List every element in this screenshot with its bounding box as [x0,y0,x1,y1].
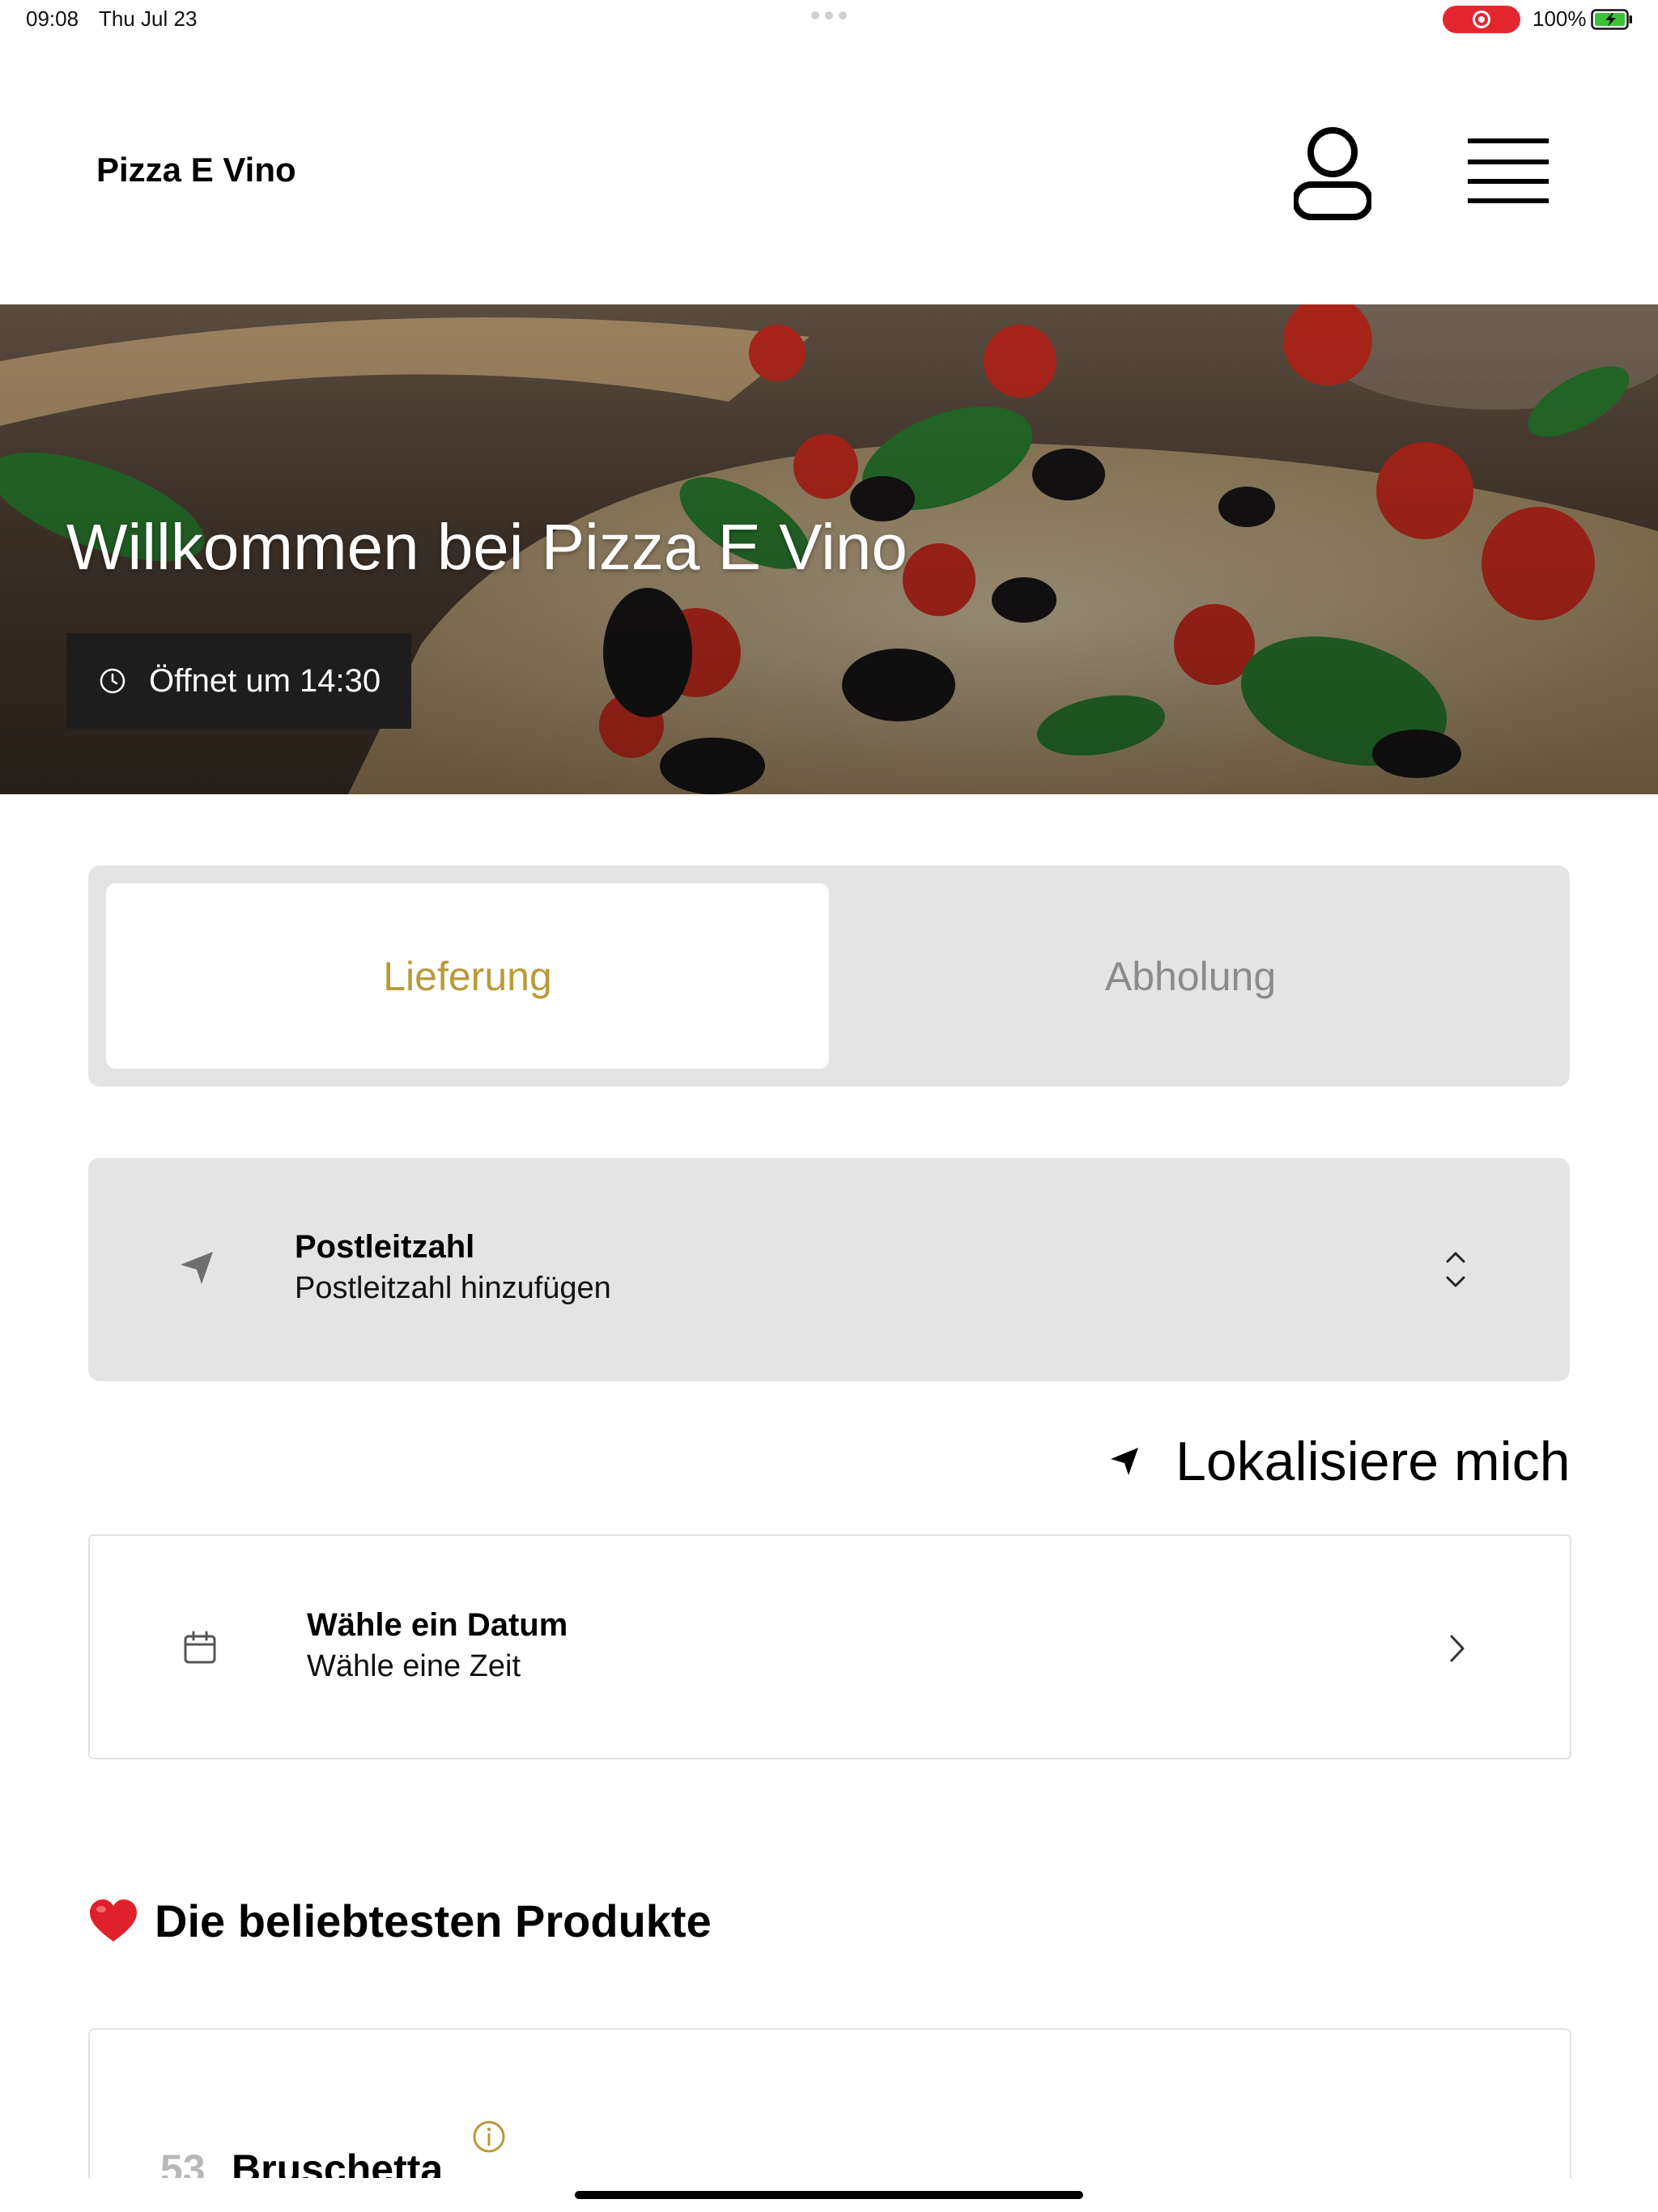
product-number: 53 [160,2146,206,2178]
product-name: Bruschetta [232,2146,444,2178]
scroll-viewport: 53 Bruschetta [0,0,1658,2178]
info-icon[interactable] [472,2120,506,2154]
home-indicator[interactable] [575,2191,1083,2199]
